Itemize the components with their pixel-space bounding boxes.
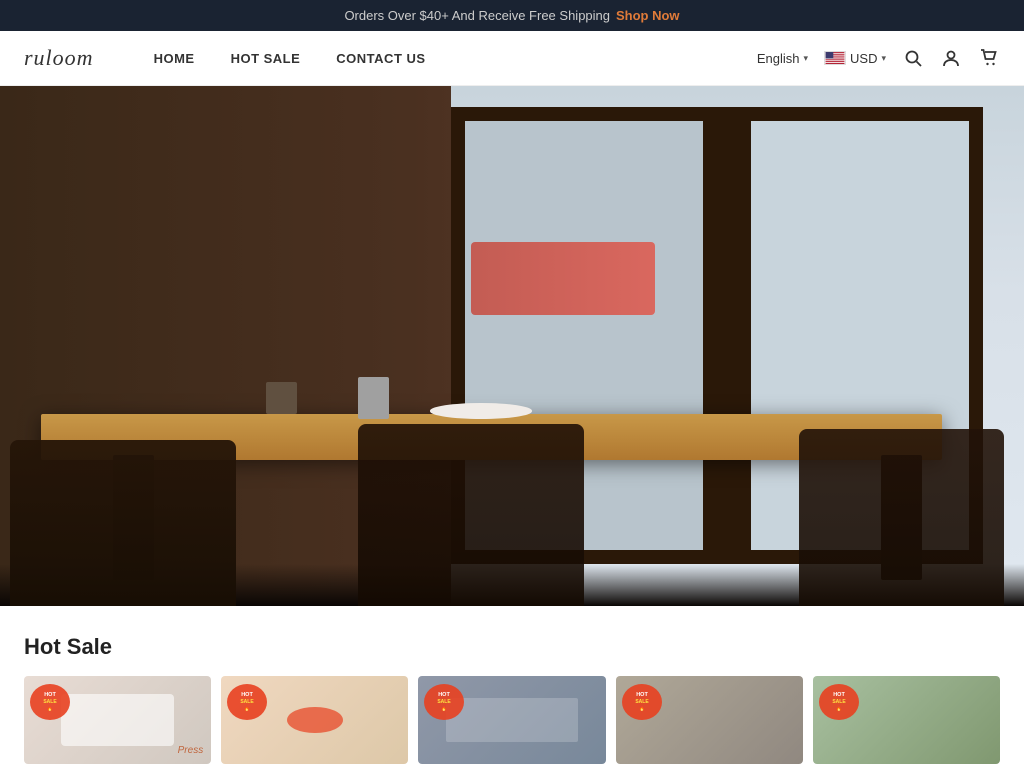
language-chevron: ▾ [803,53,808,64]
us-flag-icon [824,51,846,65]
svg-text:HOT: HOT [636,692,648,698]
hero-section [0,86,1024,606]
product-grid: HOT SALE 🔥 Press HOT SALE 🔥 [24,676,1000,764]
product-card[interactable]: HOT SALE 🔥 [221,676,408,764]
svg-text:HOT: HOT [241,692,253,698]
nav-contact[interactable]: CONTACT US [336,51,425,66]
search-button[interactable] [902,47,924,69]
hot-sale-badge-icon: HOT SALE 🔥 [422,680,466,724]
cart-button[interactable] [978,47,1000,69]
svg-text:SALE: SALE [438,699,452,705]
currency-label: USD [850,51,877,66]
hot-sale-badge-icon: HOT SALE 🔥 [620,680,664,724]
svg-text:🔥: 🔥 [442,705,448,711]
language-label: English [757,51,800,66]
cart-icon [980,49,998,67]
svg-text:SALE: SALE [635,699,649,705]
hot-sale-section: Hot Sale HOT SALE 🔥 Press [0,606,1024,780]
svg-text:HOT: HOT [833,692,845,698]
currency-selector[interactable]: USD ▾ [824,51,886,66]
header: ruloom HOME HOT SALE CONTACT US English … [0,31,1024,86]
nav-home[interactable]: HOME [154,51,195,66]
announcement-bar: Orders Over $40+ And Receive Free Shippi… [0,0,1024,31]
header-right: English ▾ USD ▾ [757,47,1000,69]
hot-sale-badge-icon: HOT SALE 🔥 [28,680,72,724]
svg-text:🔥: 🔥 [47,705,53,711]
hot-sale-badge-icon: HOT SALE 🔥 [817,680,861,724]
svg-text:HOT: HOT [439,692,451,698]
logo[interactable]: ruloom [24,45,94,71]
nav-hot-sale[interactable]: HOT SALE [231,51,301,66]
product-card[interactable]: HOT SALE 🔥 [418,676,605,764]
currency-chevron: ▾ [881,53,886,64]
product-card[interactable]: HOT SALE 🔥 Press [24,676,211,764]
language-selector[interactable]: English ▾ [757,51,808,66]
product-card[interactable]: HOT SALE 🔥 [616,676,803,764]
svg-text:SALE: SALE [832,699,846,705]
account-button[interactable] [940,47,962,69]
announcement-text: Orders Over $40+ And Receive Free Shippi… [344,8,610,23]
svg-text:🔥: 🔥 [244,705,250,711]
hot-sale-badge-icon: HOT SALE 🔥 [225,680,269,724]
svg-text:🔥: 🔥 [639,705,645,711]
main-nav: HOME HOT SALE CONTACT US [154,51,757,66]
svg-text:HOT: HOT [44,692,56,698]
svg-text:SALE: SALE [43,699,57,705]
hot-sale-title: Hot Sale [24,634,1000,660]
search-icon [904,49,922,67]
announcement-cta[interactable]: Shop Now [616,8,680,23]
svg-text:🔥: 🔥 [836,705,842,711]
product-card[interactable]: HOT SALE 🔥 [813,676,1000,764]
svg-text:SALE: SALE [241,699,255,705]
account-icon [942,49,960,67]
